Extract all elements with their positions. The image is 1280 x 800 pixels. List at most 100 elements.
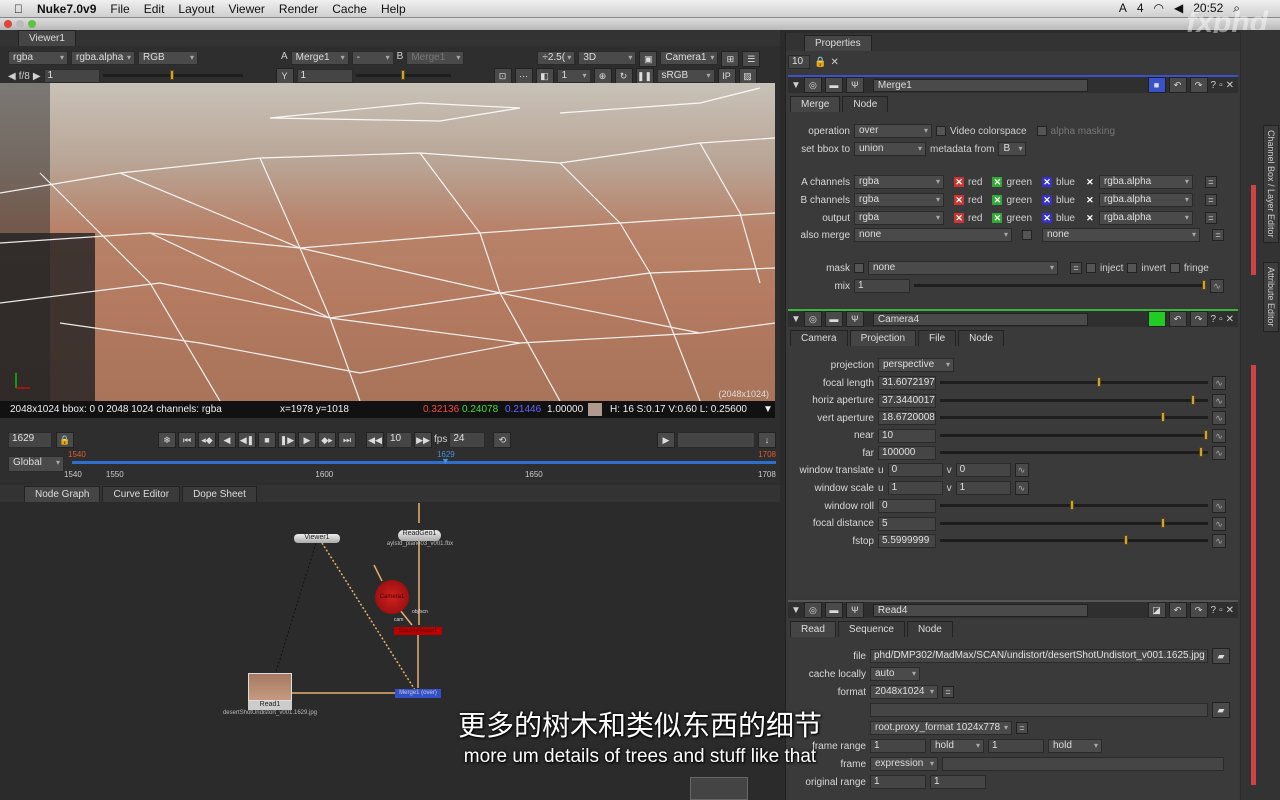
viewer-range-field[interactable] [677, 432, 755, 448]
slider-handle[interactable] [1161, 517, 1166, 528]
timeline-menu-icon[interactable]: ↓ [758, 432, 776, 448]
last-frame-button[interactable]: ⏭ [338, 432, 356, 448]
apple-icon[interactable]:  [14, 2, 23, 16]
also-merge-dropdown-2[interactable]: none [1042, 228, 1200, 242]
wipe-op-dropdown[interactable]: - [351, 51, 394, 65]
vert-aperture-slider[interactable] [940, 411, 1208, 425]
center-node-icon[interactable]: ◎ [803, 311, 822, 327]
float-icon[interactable]: ▬ [824, 602, 843, 618]
menu-layout[interactable]: Layout [178, 2, 214, 16]
mask-overlay-icon[interactable]: ◧ [535, 68, 554, 84]
channels-dropdown[interactable]: rgba [854, 211, 944, 225]
float-panel-icon[interactable]: ▫ [1219, 80, 1223, 91]
focal-length-field[interactable]: 31.6072197 [878, 376, 936, 390]
file-path-field[interactable]: phd/DMP302/MadMax/SCAN/undistort/desertS… [870, 649, 1208, 663]
fringe-checkbox[interactable] [1169, 263, 1180, 273]
animation-icon[interactable]: ∿ [1212, 446, 1226, 460]
info-menu-icon[interactable]: ▼ [763, 401, 773, 418]
animation-icon[interactable]: ∿ [1212, 411, 1226, 425]
side-scrollbar[interactable] [1251, 185, 1256, 785]
float-panel-icon[interactable]: ▫ [1219, 314, 1223, 325]
animation-icon[interactable]: ∿ [1212, 516, 1226, 531]
view-mode-dropdown[interactable]: 3D [578, 51, 637, 65]
far-slider[interactable] [940, 446, 1208, 460]
fstop-field[interactable]: 5.5999999 [878, 534, 936, 548]
playhead-marker[interactable]: ▼ [441, 456, 450, 466]
link-button[interactable]: = [1204, 212, 1217, 224]
tab-merge[interactable]: Merge [790, 96, 841, 112]
play-backward-button[interactable]: ◀❚ [238, 432, 256, 448]
increment-field[interactable]: 10 [386, 432, 412, 448]
skip-forward-button[interactable]: ▶▶ [414, 432, 432, 448]
blue-channel-checkbox[interactable]: ✕ [1042, 213, 1053, 223]
close-window-button[interactable] [4, 20, 12, 28]
lock-icon[interactable]: 🔒 [56, 432, 74, 448]
node-color-button[interactable]: ■ [1147, 77, 1166, 93]
node-color-button[interactable]: ◪ [1147, 602, 1166, 618]
channels-dropdown[interactable]: rgba [854, 175, 944, 189]
alpha-dropdown[interactable]: rgba.alpha [1098, 211, 1193, 225]
mix-slider[interactable] [914, 279, 1206, 293]
window-scale-v-field[interactable]: 1 [955, 481, 1011, 495]
video-colorspace-checkbox[interactable] [936, 126, 946, 136]
original-last-field[interactable]: 1 [930, 775, 986, 789]
current-frame-field[interactable]: 1629 [8, 432, 52, 448]
mix-field[interactable]: 1 [854, 279, 910, 293]
format-dropdown[interactable]: 2048x1024 [870, 685, 938, 699]
settings-icon[interactable]: Ψ [845, 311, 864, 327]
play-forward-button[interactable]: ❚▶ [278, 432, 296, 448]
volume-icon[interactable]: ◀ [1174, 1, 1183, 16]
node-name-field[interactable]: Camera4 [872, 312, 1088, 326]
tab-properties[interactable]: Properties [804, 35, 872, 51]
frame-range-scope-dropdown[interactable]: Global [8, 456, 64, 472]
window-scale-animation-icon[interactable]: ∿ [1014, 481, 1029, 495]
node-graph-minimap[interactable] [690, 777, 748, 800]
display-dropdown[interactable]: RGB [138, 51, 198, 65]
minimize-window-button[interactable] [16, 20, 24, 28]
slider-handle[interactable] [1198, 447, 1203, 457]
menu-icon[interactable]: ☰ [742, 51, 761, 67]
undo-icon[interactable]: ↶ [1168, 77, 1187, 93]
tab-sequence[interactable]: Sequence [837, 621, 905, 637]
window-scale-u-field[interactable]: 1 [887, 481, 943, 495]
window-translate-v-field[interactable]: 0 [955, 463, 1011, 477]
redo-icon[interactable]: ↷ [1189, 77, 1208, 93]
animation-icon[interactable]: ∿ [1212, 393, 1226, 408]
focal-length-slider[interactable] [940, 376, 1208, 390]
a-input-dropdown[interactable]: Merge1 [290, 51, 349, 65]
pause-icon[interactable]: ❚❚ [635, 68, 654, 84]
animation-icon[interactable]: ∿ [1212, 428, 1226, 443]
tab-viewer1[interactable]: Viewer1 [18, 30, 76, 46]
tab-camera[interactable]: Camera [790, 330, 848, 346]
stop-button[interactable]: ■ [258, 432, 276, 448]
focal-distance-field[interactable]: 5 [878, 516, 936, 531]
collapse-icon[interactable]: ▼ [791, 605, 801, 616]
node-name-field[interactable]: Read4 [872, 603, 1088, 617]
slider-handle[interactable] [1161, 412, 1166, 422]
also-merge-link-button[interactable]: = [1212, 229, 1224, 241]
camera-dropdown[interactable]: Camera1 [660, 51, 719, 65]
float-icon[interactable]: ▬ [824, 77, 843, 93]
step-forward-button[interactable]: ▶ [298, 432, 316, 448]
gain-slider[interactable] [102, 69, 243, 83]
mix-animation-icon[interactable]: ∿ [1210, 279, 1224, 293]
channels-dropdown[interactable]: rgba [8, 51, 68, 65]
link-button[interactable]: = [1204, 194, 1217, 206]
snowflake-icon[interactable]: ❄ [158, 432, 176, 448]
fstop-next-icon[interactable]: ▶ [33, 71, 41, 82]
far-field[interactable]: 100000 [878, 446, 936, 460]
refresh-icon[interactable]: ↻ [614, 68, 633, 84]
green-channel-checkbox[interactable]: ✕ [992, 177, 1003, 187]
tab-attribute-editor[interactable]: Attribute Editor [1263, 262, 1279, 332]
viewer-canvas[interactable]: (2048x1024) [0, 83, 775, 401]
menu-cache[interactable]: Cache [332, 2, 367, 16]
help-icon[interactable]: ? [1211, 314, 1217, 325]
alpha-masking-checkbox[interactable] [1036, 126, 1047, 136]
also-merge-dropdown[interactable]: none [854, 228, 1012, 242]
flipbook-icon[interactable]: ▶ [657, 432, 675, 448]
node-color-button[interactable]: ■ [1147, 311, 1166, 327]
operation-dropdown[interactable]: over [854, 124, 932, 138]
menu-file[interactable]: File [110, 2, 129, 16]
max-panels-field[interactable]: 10 [788, 55, 810, 69]
node-merge1[interactable]: Merge1 (over) [395, 689, 441, 698]
